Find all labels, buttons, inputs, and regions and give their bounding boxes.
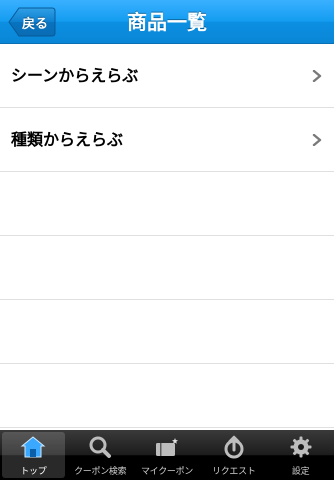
- list-item-label: シーンからえらぶ: [11, 66, 139, 85]
- list-item-type[interactable]: 種類からえらぶ: [0, 108, 334, 172]
- list-row-empty: [0, 236, 334, 300]
- tab-coupon-search[interactable]: クーポン検索: [67, 430, 134, 480]
- tab-my-coupon[interactable]: マイクーポン: [134, 430, 201, 480]
- tab-label: トップ: [20, 467, 47, 477]
- navigation-bar: 戻る 商品一覧: [0, 0, 334, 44]
- chevron-right-icon: [312, 134, 322, 146]
- tab-top[interactable]: トップ: [2, 432, 65, 478]
- coupon-icon: [155, 438, 178, 456]
- screen: 戻る 商品一覧 シーンからえらぶ 種類からえらぶ トップ クーポン検索 マイクー…: [0, 0, 334, 480]
- back-button[interactable]: 戻る: [8, 7, 56, 37]
- tab-label: クーポン検索: [74, 467, 127, 477]
- list-row-empty: [0, 172, 334, 236]
- menu-list: シーンからえらぶ 種類からえらぶ: [0, 44, 334, 431]
- tab-bar: トップ クーポン検索 マイクーポン リクエスト 設定: [0, 430, 334, 480]
- list-row-empty: [0, 364, 334, 428]
- request-icon: [224, 435, 244, 459]
- back-button-label: 戻る: [22, 16, 49, 32]
- tab-settings[interactable]: 設定: [267, 430, 334, 480]
- tab-label: マイクーポン: [140, 467, 193, 477]
- list-item-label: 種類からえらぶ: [11, 130, 124, 149]
- list-item-scene[interactable]: シーンからえらぶ: [0, 44, 334, 108]
- tab-label: リクエスト: [212, 467, 256, 477]
- tab-label: 設定: [291, 467, 310, 477]
- list-row-empty: [0, 300, 334, 364]
- gear-icon: [290, 436, 312, 458]
- home-icon: [20, 436, 46, 458]
- tab-request[interactable]: リクエスト: [200, 430, 267, 480]
- search-icon: [89, 436, 112, 458]
- page-title: 商品一覧: [127, 10, 207, 34]
- chevron-right-icon: [312, 70, 322, 82]
